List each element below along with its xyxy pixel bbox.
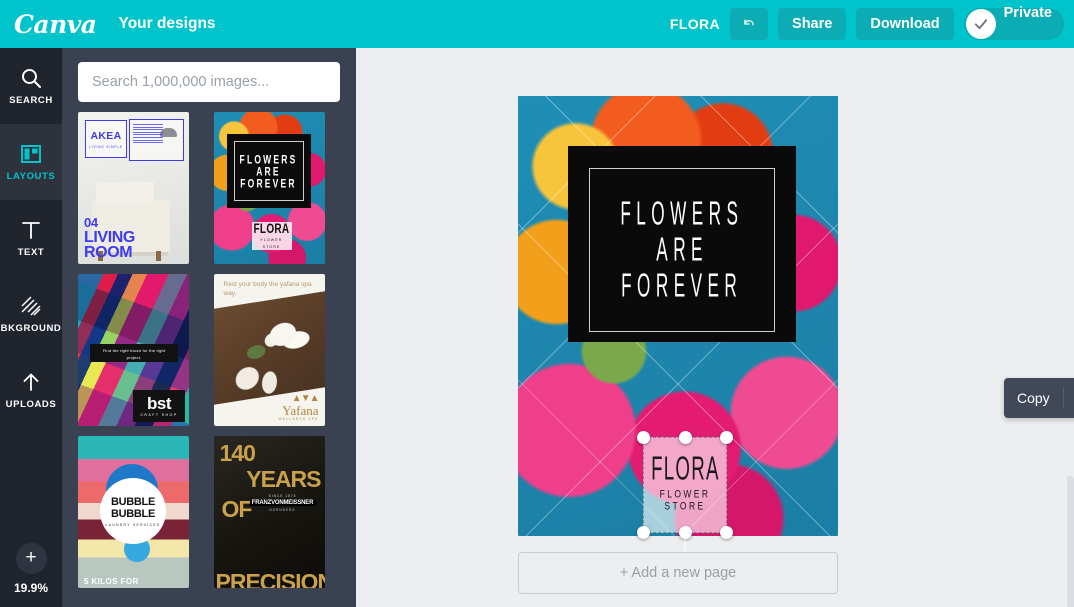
layouts-icon	[21, 145, 41, 163]
search-icon	[22, 69, 41, 88]
zoom-level-label: 19.9%	[13, 581, 49, 595]
top-bar-actions: FLORA Share Download Private	[670, 0, 1064, 48]
flowers-inner-frame: FLOWERS ARE FOREVER	[233, 141, 304, 201]
bubble-logo-circle: BUBBLE BUBBLE LAUNDRY SERVICES	[100, 478, 166, 544]
sidebar-item-text[interactable]: TEXT	[0, 200, 62, 276]
canva-logo[interactable]: Canva	[14, 10, 97, 39]
sidebar-label-search: SEARCH	[9, 95, 53, 106]
resize-handle-top-left[interactable]	[637, 431, 650, 444]
upload-arrow-icon	[23, 373, 39, 391]
check-circle-icon	[965, 9, 996, 39]
yafana-quote: Rest your body the yafana spa way.	[223, 281, 312, 297]
zoom-control: + 19.9%	[0, 543, 62, 595]
flowers-black-block: FLOWERS ARE FOREVER	[226, 134, 311, 208]
years-n2: YEARS	[246, 466, 321, 492]
search-input[interactable]	[78, 62, 340, 102]
yafana-tagline: WELLNESS SPA	[278, 417, 319, 421]
sidebar-item-uploads[interactable]: UPLOADS	[0, 352, 62, 428]
hero-line1: FLOWERS	[620, 194, 744, 232]
zoom-in-button[interactable]: +	[15, 543, 47, 574]
hero-line3: FOREVER	[621, 266, 743, 304]
selected-element[interactable]: FLORA FLOWER STORE	[637, 431, 733, 579]
left-rail: SEARCH LAYOUTS TEXT BKGROUND UPLOADS + 1…	[0, 48, 62, 607]
years-n4: PRECISION	[215, 569, 325, 589]
bst-logo: bst CRAFT SHOP	[133, 390, 185, 422]
years-maker: FRANZVONMEISSNER	[249, 500, 316, 506]
layout-thumbnail-bubble[interactable]: BUBBLE BUBBLE LAUNDRY SERVICES 5 KILOS F…	[78, 436, 189, 588]
years-city: NÜRNBERG	[269, 508, 296, 512]
copy-button[interactable]: Copy	[1004, 387, 1064, 409]
design-title[interactable]: FLORA	[670, 16, 720, 32]
yafana-brand: Yafana	[282, 403, 319, 418]
flora-sub2: STORE	[262, 244, 281, 249]
spa-photo-graphic	[213, 291, 325, 405]
bubble-footer: 5 KILOS FOR	[84, 577, 139, 586]
years-n1: 140	[219, 440, 256, 466]
sidebar-item-layouts[interactable]: LAYOUTS	[0, 124, 62, 200]
resize-handle-bottom-right[interactable]	[720, 526, 733, 539]
bst-brand: bst	[147, 393, 172, 413]
sidebar-label-layouts: LAYOUTS	[6, 171, 56, 182]
sidebar-item-background[interactable]: BKGROUND	[0, 276, 62, 352]
resize-handle-top-right[interactable]	[720, 431, 733, 444]
hero-inner-frame: FLOWERS ARE FOREVER	[589, 168, 775, 332]
selected-sub2: STORE	[664, 499, 706, 512]
canva-editor: Canva Your designs FLORA Share Download …	[0, 0, 1074, 607]
bst-tagline: CRAFT SHOP	[140, 412, 178, 417]
akea-number: 04	[84, 215, 98, 230]
akea-brand: AKEA	[90, 129, 122, 142]
sidebar-label-background: BKGROUND	[0, 323, 62, 334]
element-context-toolbar: Copy Forward Back	[1004, 378, 1074, 418]
share-button[interactable]: Share	[778, 8, 847, 40]
resize-handle-bottom-left[interactable]	[637, 526, 650, 539]
undo-arrow-icon	[744, 19, 754, 26]
bubble-tagline: LAUNDRY SERVICES	[105, 522, 161, 527]
hero-line2: ARE	[656, 230, 708, 268]
undo-button[interactable]	[730, 8, 769, 40]
layout-thumbnail-grid: AKEA LIVING SIMPLE 04 LIVING ROOM FLOWER…	[62, 112, 356, 588]
nav-your-designs[interactable]: Your designs	[119, 15, 216, 33]
layout-thumbnail-140-years[interactable]: 140 YEARS OF PRECISION SINCE 1875 FRANZV…	[213, 436, 325, 589]
layout-thumbnail-flowers-forever[interactable]: FLOWERS ARE FOREVER FLORA FLOWER STORE	[213, 112, 325, 264]
forward-button[interactable]: Forward	[1064, 387, 1074, 409]
layout-thumbnail-bst[interactable]: Find the right brush for the right proje…	[78, 274, 189, 426]
flowers-line3: FOREVER	[240, 175, 297, 191]
years-since: SINCE 1875	[268, 494, 297, 498]
layout-thumbnail-akea[interactable]: AKEA LIVING SIMPLE 04 LIVING ROOM	[78, 112, 189, 264]
bubble-line1: BUBBLE	[110, 495, 156, 508]
download-button[interactable]: Download	[856, 8, 954, 40]
top-bar: Canva Your designs FLORA Share Download …	[0, 0, 1074, 48]
add-new-page-button[interactable]: + Add a new page	[518, 552, 838, 594]
akea-caption: 04 LIVING ROOM	[84, 215, 135, 261]
yafana-logo: ▲▼▲ Yafana WELLNESS SPA	[278, 393, 320, 421]
selected-element-body[interactable]: FLORA FLOWER STORE	[643, 437, 727, 533]
privacy-label: Private	[1003, 5, 1052, 21]
years-maker-block: SINCE 1875 FRANZVONMEISSNER NÜRNBERG	[249, 494, 316, 512]
flora-tag: FLORA FLOWER STORE	[251, 221, 292, 250]
panel-search-wrap	[62, 48, 356, 112]
akea-article-block	[129, 119, 184, 161]
sidebar-label-uploads: UPLOADS	[5, 399, 57, 410]
canvas-scrollbar[interactable]	[1067, 476, 1074, 607]
akea-tagline: LIVING SIMPLE	[89, 144, 123, 149]
canvas-area: FLOWERS ARE FOREVER FLORA FLOWER STORE C…	[356, 48, 1074, 607]
background-icon	[21, 296, 41, 316]
bst-message: Find the right brush for the right proje…	[90, 344, 178, 362]
akea-line2: ROOM	[84, 244, 133, 261]
flora-brand: FLORA	[253, 221, 290, 237]
layout-thumbnail-yafana[interactable]: Rest your body the yafana spa way. ▲▼▲ Y…	[213, 274, 325, 426]
akea-logo-box: AKEA LIVING SIMPLE	[85, 120, 127, 158]
bubble-line2: BUBBLE	[110, 507, 156, 520]
selected-brand: FLORA	[650, 449, 720, 487]
sidebar-item-search[interactable]: SEARCH	[0, 48, 62, 124]
privacy-toggle[interactable]: Private	[963, 5, 1064, 40]
years-n3: OF	[221, 496, 253, 522]
hero-text-block[interactable]: FLOWERS ARE FOREVER	[568, 146, 796, 342]
text-lines-graphic	[133, 124, 163, 145]
text-icon	[22, 222, 40, 239]
flora-sub1: FLOWER	[260, 237, 283, 242]
sidebar-label-text: TEXT	[17, 247, 45, 258]
layouts-panel: AKEA LIVING SIMPLE 04 LIVING ROOM	[62, 48, 356, 607]
resize-handle-top-center[interactable]	[678, 431, 692, 444]
